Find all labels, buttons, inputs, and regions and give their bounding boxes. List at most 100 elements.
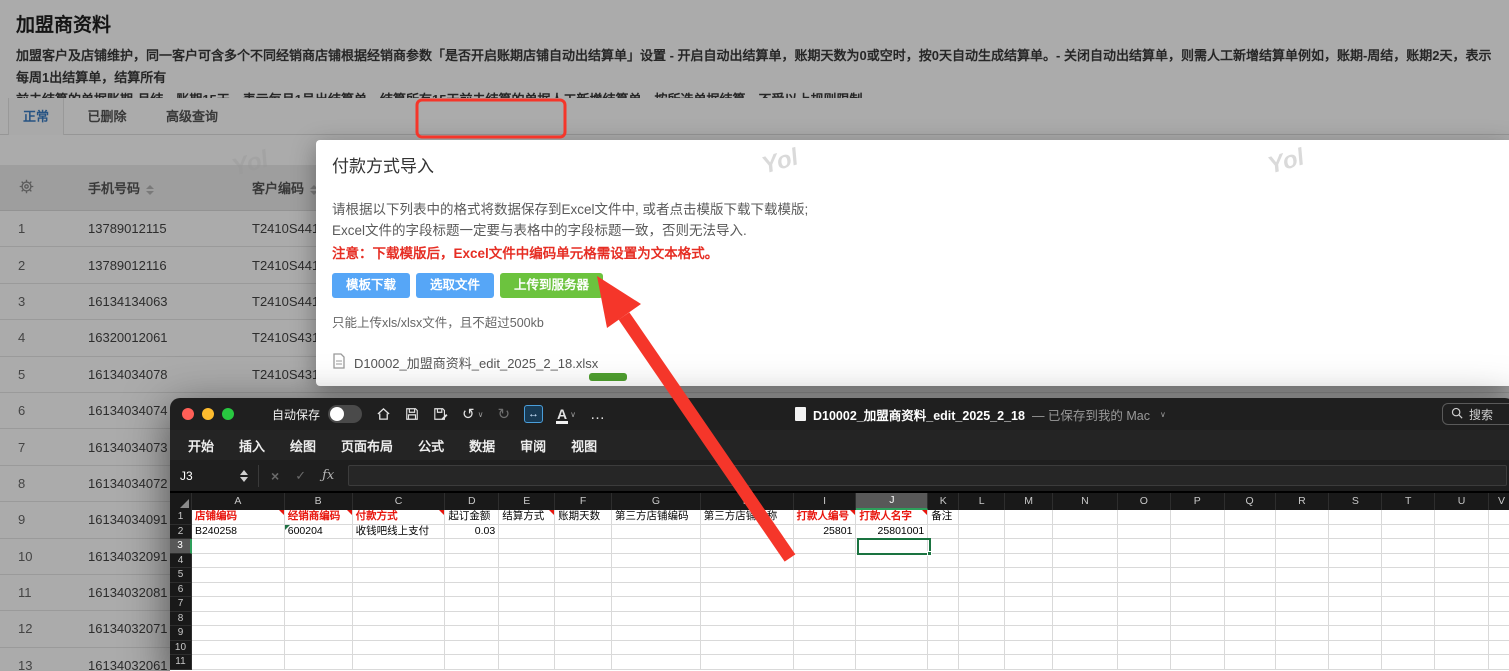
- cancel-entry-icon[interactable]: ×: [271, 468, 279, 484]
- cell-H1[interactable]: 第三方店铺名称: [701, 510, 794, 525]
- cell-G11[interactable]: [612, 655, 701, 670]
- cell-G10[interactable]: [612, 641, 701, 656]
- tab-deleted[interactable]: 已删除: [72, 98, 142, 135]
- cell-V1[interactable]: [1489, 510, 1509, 525]
- formula-input[interactable]: [348, 465, 1507, 486]
- cell-P10[interactable]: [1171, 641, 1225, 656]
- cell-H11[interactable]: [701, 655, 794, 670]
- select-all-corner[interactable]: [170, 493, 192, 510]
- cell-L7[interactable]: [959, 597, 1005, 612]
- column-header-O[interactable]: O: [1118, 493, 1171, 510]
- zoom-window-button[interactable]: [222, 408, 234, 420]
- cell-Q4[interactable]: [1225, 554, 1276, 569]
- template-download-button[interactable]: 模板下载: [332, 273, 410, 298]
- cell-D9[interactable]: [445, 626, 499, 641]
- cell-R2[interactable]: [1276, 525, 1330, 540]
- sort-icon[interactable]: [146, 185, 154, 195]
- cell-I7[interactable]: [794, 597, 857, 612]
- ribbon-tab-7[interactable]: 审阅: [520, 436, 546, 455]
- column-header-S[interactable]: S: [1329, 493, 1382, 510]
- cell-R11[interactable]: [1276, 655, 1330, 670]
- cell-H9[interactable]: [701, 626, 794, 641]
- cell-A7[interactable]: [192, 597, 285, 612]
- cell-I10[interactable]: [794, 641, 857, 656]
- save-icon[interactable]: [405, 407, 419, 421]
- cell-F3[interactable]: [555, 539, 612, 554]
- ribbon-tab-3[interactable]: 绘图: [290, 436, 316, 455]
- cell-J11[interactable]: [856, 655, 928, 670]
- cell-C4[interactable]: [353, 554, 446, 569]
- cell-S8[interactable]: [1329, 612, 1382, 627]
- column-header-U[interactable]: U: [1435, 493, 1489, 510]
- cell-I9[interactable]: [794, 626, 857, 641]
- cell-H4[interactable]: [701, 554, 794, 569]
- cell-D3[interactable]: [445, 539, 499, 554]
- cell-P8[interactable]: [1171, 612, 1225, 627]
- cell-M2[interactable]: [1005, 525, 1053, 540]
- cell-T5[interactable]: [1382, 568, 1435, 583]
- cell-G6[interactable]: [612, 583, 701, 598]
- row-header-1[interactable]: 1: [170, 510, 192, 525]
- column-header-K[interactable]: K: [928, 493, 959, 510]
- column-header-I[interactable]: I: [794, 493, 857, 510]
- cell-A1[interactable]: 店铺编码: [192, 510, 285, 525]
- cell-I4[interactable]: [794, 554, 857, 569]
- ribbon-tab-1[interactable]: 开始: [188, 436, 214, 455]
- cell-E3[interactable]: [499, 539, 555, 554]
- cell-I3[interactable]: [794, 539, 857, 554]
- column-header-B[interactable]: B: [285, 493, 353, 510]
- more-commands-icon[interactable]: …: [590, 406, 605, 423]
- cell-E9[interactable]: [499, 626, 555, 641]
- column-header-A[interactable]: A: [192, 493, 285, 510]
- ribbon-tab-8[interactable]: 视图: [571, 436, 597, 455]
- cell-Q5[interactable]: [1225, 568, 1276, 583]
- column-header-F[interactable]: F: [555, 493, 612, 510]
- column-header-M[interactable]: M: [1005, 493, 1053, 510]
- cell-A2[interactable]: B240258: [192, 525, 285, 540]
- cell-L3[interactable]: [959, 539, 1005, 554]
- merge-cells-icon[interactable]: ↔: [524, 405, 543, 423]
- cell-G5[interactable]: [612, 568, 701, 583]
- cell-F7[interactable]: [555, 597, 612, 612]
- cell-J10[interactable]: [856, 641, 928, 656]
- ribbon-tab-2[interactable]: 插入: [239, 436, 265, 455]
- cell-G1[interactable]: 第三方店铺编码: [612, 510, 701, 525]
- cell-C11[interactable]: [353, 655, 446, 670]
- cell-H3[interactable]: [701, 539, 794, 554]
- cell-N4[interactable]: [1053, 554, 1118, 569]
- cell-U2[interactable]: [1435, 525, 1489, 540]
- cell-Q2[interactable]: [1225, 525, 1276, 540]
- cell-M10[interactable]: [1005, 641, 1053, 656]
- cell-U4[interactable]: [1435, 554, 1489, 569]
- cell-D1[interactable]: 起订金额: [445, 510, 499, 525]
- cell-E7[interactable]: [499, 597, 555, 612]
- cell-F2[interactable]: [555, 525, 612, 540]
- cell-Q1[interactable]: [1225, 510, 1276, 525]
- cell-M5[interactable]: [1005, 568, 1053, 583]
- cell-U5[interactable]: [1435, 568, 1489, 583]
- column-header-R[interactable]: R: [1276, 493, 1330, 510]
- column-header-D[interactable]: D: [445, 493, 499, 510]
- cell-G3[interactable]: [612, 539, 701, 554]
- column-header-Q[interactable]: Q: [1225, 493, 1276, 510]
- cell-B2[interactable]: 600204: [285, 525, 353, 540]
- cell-U7[interactable]: [1435, 597, 1489, 612]
- cell-R6[interactable]: [1276, 583, 1330, 598]
- cell-F8[interactable]: [555, 612, 612, 627]
- cell-G9[interactable]: [612, 626, 701, 641]
- cell-K4[interactable]: [928, 554, 959, 569]
- cell-V11[interactable]: [1489, 655, 1509, 670]
- cell-B5[interactable]: [285, 568, 353, 583]
- cell-Q7[interactable]: [1225, 597, 1276, 612]
- cell-V6[interactable]: [1489, 583, 1509, 598]
- cell-P3[interactable]: [1171, 539, 1225, 554]
- row-header-7[interactable]: 7: [170, 597, 192, 612]
- cell-J6[interactable]: [856, 583, 928, 598]
- cell-K2[interactable]: [928, 525, 959, 540]
- cell-P9[interactable]: [1171, 626, 1225, 641]
- cell-L4[interactable]: [959, 554, 1005, 569]
- redo-icon[interactable]: ↻: [497, 405, 510, 423]
- cell-U8[interactable]: [1435, 612, 1489, 627]
- cell-B8[interactable]: [285, 612, 353, 627]
- cell-A9[interactable]: [192, 626, 285, 641]
